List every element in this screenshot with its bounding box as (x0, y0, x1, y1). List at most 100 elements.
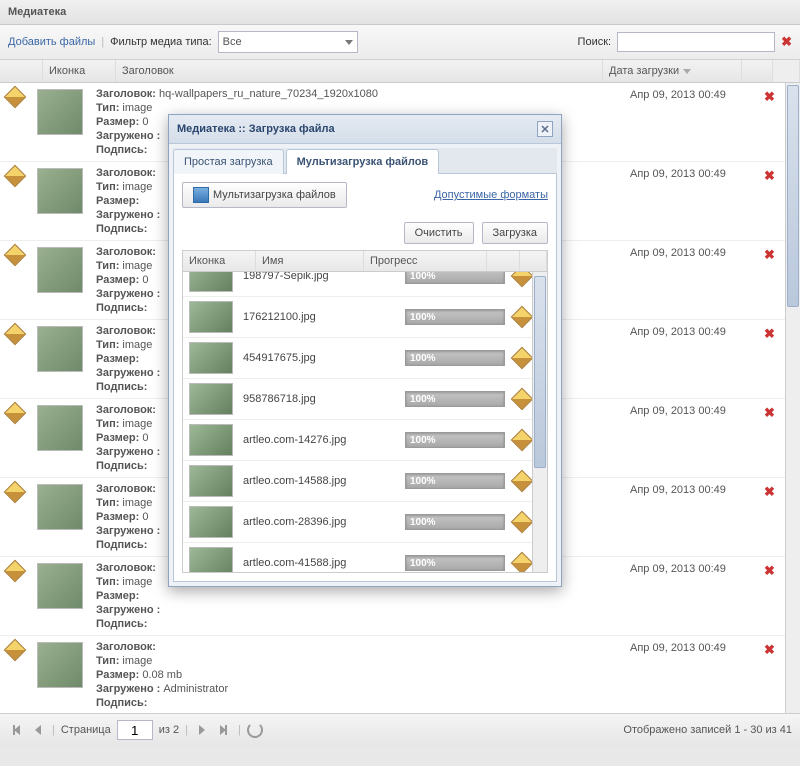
upload-row[interactable]: 454917675.jpg100% (183, 338, 547, 379)
upload-row[interactable]: artleo.com-14588.jpg 100% (183, 461, 547, 502)
upload-filename: artleo.com-14588.jpg (239, 475, 399, 487)
page-last-button[interactable] (216, 722, 232, 738)
upload-scrollbar[interactable] (532, 272, 547, 572)
clear-button[interactable]: Очистить (404, 222, 474, 244)
upload-thumbnail (189, 547, 233, 573)
progress-bar: 100% (405, 391, 505, 407)
upload-filename: 198797-Sepik.jpg (239, 272, 399, 282)
delete-icon[interactable]: ✖ (764, 168, 775, 183)
delete-icon[interactable]: ✖ (764, 405, 775, 420)
dialog-header[interactable]: Медиатека :: Загрузка файла ✕ (169, 115, 561, 144)
row-details: Заголовок: Тип: imageРазмер: 0.08 mbЗагр… (90, 636, 626, 713)
upload-row[interactable]: artleo.com-28396.jpg100% (183, 502, 547, 543)
thumbnail[interactable] (37, 168, 83, 214)
progress-bar: 100% (405, 514, 505, 530)
edit-icon[interactable] (4, 639, 27, 662)
upload-dialog: Медиатека :: Загрузка файла ✕ Простая за… (168, 114, 562, 587)
thumbnail[interactable] (37, 563, 83, 609)
row-date: Апр 09, 2013 00:49 (626, 320, 764, 398)
dialog-title: Медиатека :: Загрузка файла (177, 123, 335, 135)
edit-icon[interactable] (511, 470, 534, 493)
edit-icon[interactable] (511, 347, 534, 370)
row-date: Апр 09, 2013 00:49 (626, 399, 764, 477)
chevron-down-icon (345, 40, 353, 45)
page-first-button[interactable] (8, 722, 24, 738)
search-input[interactable] (617, 32, 775, 52)
upload-row[interactable]: artleo.com-14276.jpg100% (183, 420, 547, 461)
upload-thumbnail (189, 506, 233, 538)
edit-icon[interactable] (511, 511, 534, 534)
row-date: Апр 09, 2013 00:49 (626, 557, 764, 635)
upload-row[interactable]: 958786718.jpg 100% (183, 379, 547, 420)
upload-filename: 176212100.jpg (239, 311, 399, 323)
delete-icon[interactable]: ✖ (764, 484, 775, 499)
upload-row[interactable]: 198797-Sepik.jpg 100% (183, 272, 547, 297)
upload-thumbnail (189, 342, 233, 374)
edit-icon[interactable] (511, 306, 534, 329)
search-label: Поиск: (578, 36, 612, 48)
edit-icon[interactable] (511, 272, 534, 287)
thumbnail[interactable] (37, 326, 83, 372)
page-input[interactable] (117, 720, 153, 740)
close-icon[interactable]: ✕ (537, 121, 553, 137)
edit-icon[interactable] (511, 388, 534, 411)
progress-bar: 100% (405, 272, 505, 284)
delete-icon[interactable]: ✖ (764, 563, 775, 578)
thumbnail[interactable] (37, 405, 83, 451)
page-label: Страница (61, 724, 111, 736)
col-title[interactable]: Заголовок (116, 60, 603, 82)
edit-icon[interactable] (4, 323, 27, 346)
edit-icon[interactable] (4, 86, 27, 109)
upload-thumbnail (189, 383, 233, 415)
row-date: Апр 09, 2013 00:49 (626, 478, 764, 556)
col-icon[interactable]: Иконка (43, 60, 116, 82)
edit-icon[interactable] (511, 429, 534, 452)
upload-button[interactable]: Загрузка (482, 222, 548, 244)
table-row[interactable]: Заголовок: Тип: imageРазмер: 0.08 mbЗагр… (0, 636, 800, 713)
upload-filename: 958786718.jpg (239, 393, 399, 405)
upload-thumbnail (189, 301, 233, 333)
thumbnail[interactable] (37, 484, 83, 530)
edit-icon[interactable] (4, 560, 27, 583)
scrollbar[interactable] (785, 83, 800, 713)
delete-icon[interactable]: ✖ (764, 642, 775, 657)
progress-bar: 100% (405, 309, 505, 325)
thumbnail[interactable] (37, 642, 83, 688)
upload-row[interactable]: artleo.com-41588.jpg100% (183, 543, 547, 573)
edit-icon[interactable] (4, 244, 27, 267)
tab-multi-upload[interactable]: Мультизагрузка файлов (286, 149, 440, 174)
edit-icon[interactable] (511, 552, 534, 573)
upload-icon (193, 187, 209, 203)
thumbnail[interactable] (37, 247, 83, 293)
edit-icon[interactable] (4, 402, 27, 425)
filter-select[interactable]: Все (218, 31, 358, 53)
upload-col-progress: Прогресс (364, 251, 487, 271)
upload-thumbnail (189, 424, 233, 456)
sort-desc-icon (683, 69, 691, 74)
grid-header: Иконка Заголовок Дата загрузки (0, 60, 800, 83)
add-files-button[interactable]: Добавить файлы (8, 36, 95, 48)
progress-bar: 100% (405, 432, 505, 448)
tab-simple-upload[interactable]: Простая загрузка (173, 149, 284, 174)
thumbnail[interactable] (37, 89, 83, 135)
delete-icon[interactable]: ✖ (764, 326, 775, 341)
multiupload-button[interactable]: Мультизагрузка файлов (182, 182, 347, 208)
upload-row[interactable]: 176212100.jpg 100% (183, 297, 547, 338)
clear-search-icon[interactable]: ✖ (781, 34, 792, 50)
upload-thumbnail (189, 272, 233, 292)
upload-scroll-thumb[interactable] (534, 276, 546, 468)
row-date: Апр 09, 2013 00:49 (626, 241, 764, 319)
edit-icon[interactable] (4, 165, 27, 188)
row-date: Апр 09, 2013 00:49 (626, 162, 764, 240)
progress-bar: 100% (405, 473, 505, 489)
delete-icon[interactable]: ✖ (764, 247, 775, 262)
delete-icon[interactable]: ✖ (764, 89, 775, 104)
edit-icon[interactable] (4, 481, 27, 504)
page-prev-button[interactable] (30, 722, 46, 738)
refresh-button[interactable] (247, 722, 263, 738)
col-date[interactable]: Дата загрузки (603, 60, 742, 82)
page-next-button[interactable] (194, 722, 210, 738)
allowed-formats-link[interactable]: Допустимые форматы (434, 189, 548, 201)
page-of: из 2 (159, 724, 179, 736)
scroll-thumb[interactable] (787, 85, 799, 307)
